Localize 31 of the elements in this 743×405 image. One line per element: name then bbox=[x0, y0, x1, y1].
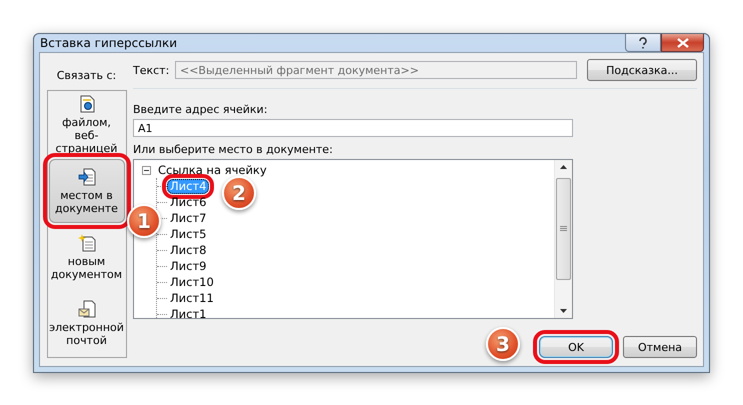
tree-item[interactable]: Лист8 bbox=[167, 242, 210, 258]
document-globe-icon bbox=[78, 95, 94, 113]
tree-item[interactable]: Ссылка на ячейку bbox=[155, 162, 270, 178]
tree-item[interactable]: Лист5 bbox=[167, 226, 210, 242]
help-icon bbox=[638, 36, 648, 48]
tree-item[interactable]: Лист10 bbox=[167, 274, 217, 290]
collapse-icon[interactable] bbox=[142, 166, 151, 174]
link-type-item[interactable]: новым документом bbox=[48, 225, 124, 289]
text-field[interactable]: <<Выделенный фрагмент документа>> bbox=[175, 61, 577, 79]
window-title: Вставка гиперссылки bbox=[40, 36, 178, 50]
tree-item[interactable]: Лист7 bbox=[167, 210, 210, 226]
address-field[interactable]: A1 bbox=[133, 119, 573, 137]
tree-item[interactable]: Лист1 bbox=[167, 306, 210, 318]
cancel-button[interactable]: Отмена bbox=[623, 336, 697, 358]
close-button[interactable] bbox=[661, 34, 704, 52]
link-to-label: Связать с: bbox=[56, 68, 116, 84]
document-arrow-icon bbox=[78, 168, 96, 186]
tree-item[interactable]: Лист9 bbox=[167, 258, 210, 274]
place-label: Или выберите место в документе: bbox=[133, 143, 334, 156]
link-type-item[interactable]: электронной почтой bbox=[48, 291, 124, 355]
text-label: Текст: bbox=[133, 64, 169, 76]
tree-item[interactable]: Лист6 bbox=[167, 194, 210, 210]
document-envelope-icon bbox=[78, 300, 96, 318]
scrollbar[interactable] bbox=[554, 160, 572, 318]
hint-button[interactable]: Подсказка... bbox=[587, 59, 697, 81]
new-document-icon bbox=[78, 234, 96, 252]
address-label: Введите адрес ячейки: bbox=[133, 103, 268, 116]
grip-icon bbox=[560, 226, 567, 232]
help-button[interactable] bbox=[625, 34, 661, 52]
tree-item[interactable]: Лист11 bbox=[167, 290, 217, 306]
close-icon bbox=[676, 38, 688, 48]
